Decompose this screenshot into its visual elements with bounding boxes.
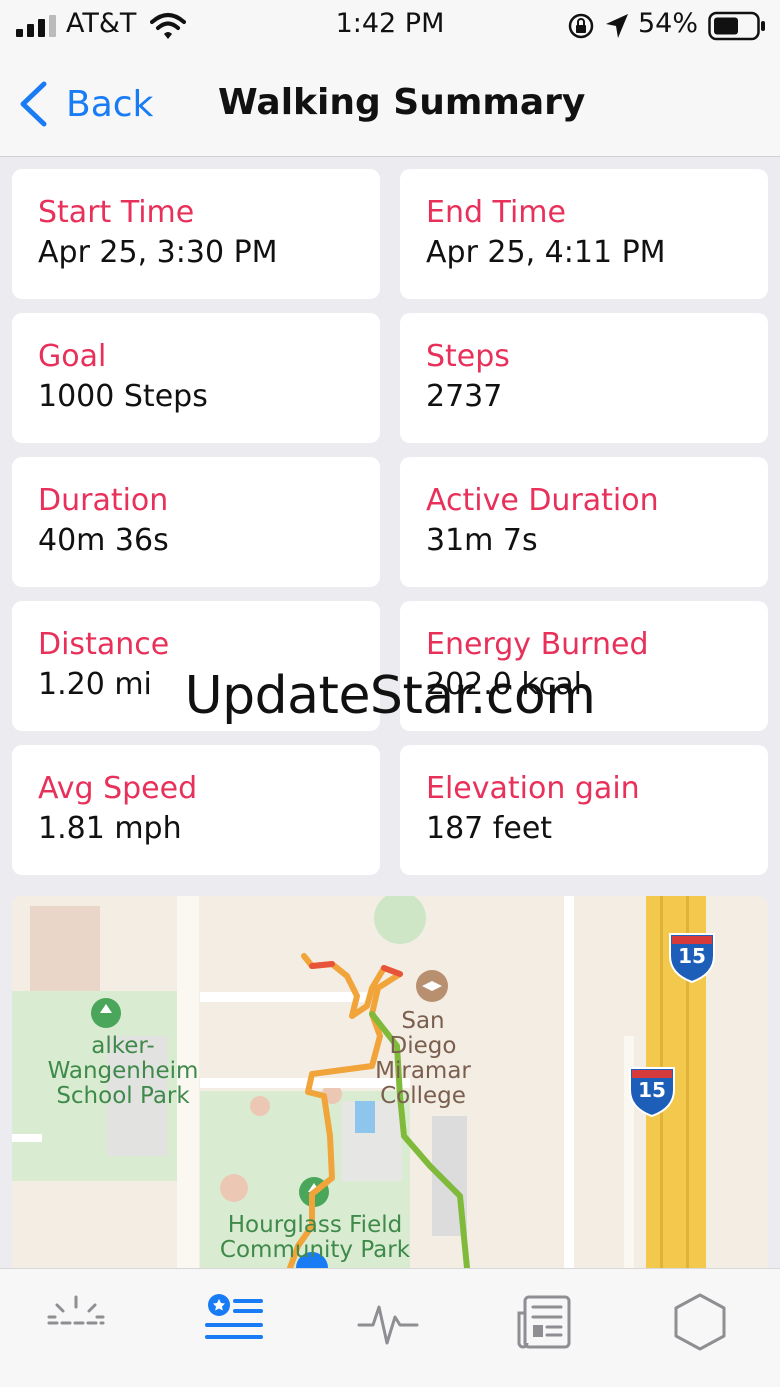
goal-card: Goal 1000 Steps <box>12 313 380 443</box>
elevation-gain-card: Elevation gain 187 feet <box>400 745 768 875</box>
interstate-shield-number: 15 <box>678 944 706 968</box>
card-value: 187 feet <box>426 811 553 846</box>
tab-news[interactable] <box>508 1291 580 1353</box>
card-label: Duration <box>38 483 169 518</box>
field-label: Hourglass Field Community Park <box>210 1213 420 1263</box>
card-label: Distance <box>38 627 170 662</box>
college-label: San Diego Miramar College <box>368 1009 478 1109</box>
page-title: Walking Summary <box>218 82 586 123</box>
chevron-left-icon <box>20 81 47 127</box>
card-value: 40m 36s <box>38 523 169 558</box>
card-label: Goal <box>38 339 107 374</box>
heart-rate-icon <box>357 1305 419 1345</box>
hexagon-icon <box>674 1293 726 1351</box>
start-time-card: Start Time Apr 25, 3:30 PM <box>12 169 380 299</box>
park-label-line: alker-Wangenheim <box>47 1033 199 1084</box>
tab-workouts[interactable] <box>198 1291 270 1353</box>
rotation-lock-icon <box>568 13 594 39</box>
field-label-line: Hourglass Field <box>227 1212 403 1238</box>
tab-sun[interactable] <box>40 1291 112 1353</box>
location-arrow-icon <box>606 14 628 38</box>
tab-hexagon[interactable] <box>664 1291 736 1353</box>
active-duration-card: Active Duration 31m 7s <box>400 457 768 587</box>
end-time-card: End Time Apr 25, 4:11 PM <box>400 169 768 299</box>
news-icon <box>517 1295 571 1349</box>
college-label-line: College <box>380 1083 466 1109</box>
workout-list-icon <box>205 1294 263 1339</box>
card-label: Start Time <box>38 195 195 230</box>
card-label: Steps <box>426 339 510 374</box>
avg-speed-card: Avg Speed 1.81 mph <box>12 745 380 875</box>
battery-percent: 54% <box>638 8 699 39</box>
watermark: UpdateStar.com <box>184 666 596 726</box>
duration-card: Duration 40m 36s <box>12 457 380 587</box>
card-value: 31m 7s <box>426 523 538 558</box>
card-value: Apr 25, 3:30 PM <box>38 235 278 270</box>
tab-bar <box>0 1268 780 1387</box>
college-label-line: San Diego <box>389 1008 457 1059</box>
field-label-line: Community Park <box>219 1237 411 1263</box>
battery-icon <box>708 11 765 41</box>
card-label: Energy Burned <box>426 627 649 662</box>
navigation-bar: Back Walking Summary <box>0 52 780 157</box>
sun-icon <box>47 1295 105 1325</box>
card-value: Apr 25, 4:11 PM <box>426 235 666 270</box>
card-label: Active Duration <box>426 483 659 518</box>
steps-card: Steps 2737 <box>400 313 768 443</box>
park-label: alker-Wangenheim School Park <box>18 1034 228 1109</box>
college-label-line: Miramar <box>375 1058 471 1084</box>
card-value: 1000 Steps <box>38 379 208 414</box>
card-value: 2737 <box>426 379 503 414</box>
park-label-line: School Park <box>56 1083 190 1109</box>
interstate-shield-number: 15 <box>638 1078 666 1102</box>
route-map[interactable]: alker-Wangenheim School Park San Diego M… <box>12 896 768 1268</box>
card-label: Avg Speed <box>38 771 198 806</box>
tab-heart-rate[interactable] <box>352 1291 424 1353</box>
back-button[interactable]: Back <box>18 78 153 130</box>
card-value: 1.81 mph <box>38 811 182 846</box>
back-label: Back <box>66 83 154 125</box>
card-label: Elevation gain <box>426 771 640 806</box>
card-label: End Time <box>426 195 566 230</box>
status-bar: AT&T 1:42 PM 54% <box>0 0 780 52</box>
